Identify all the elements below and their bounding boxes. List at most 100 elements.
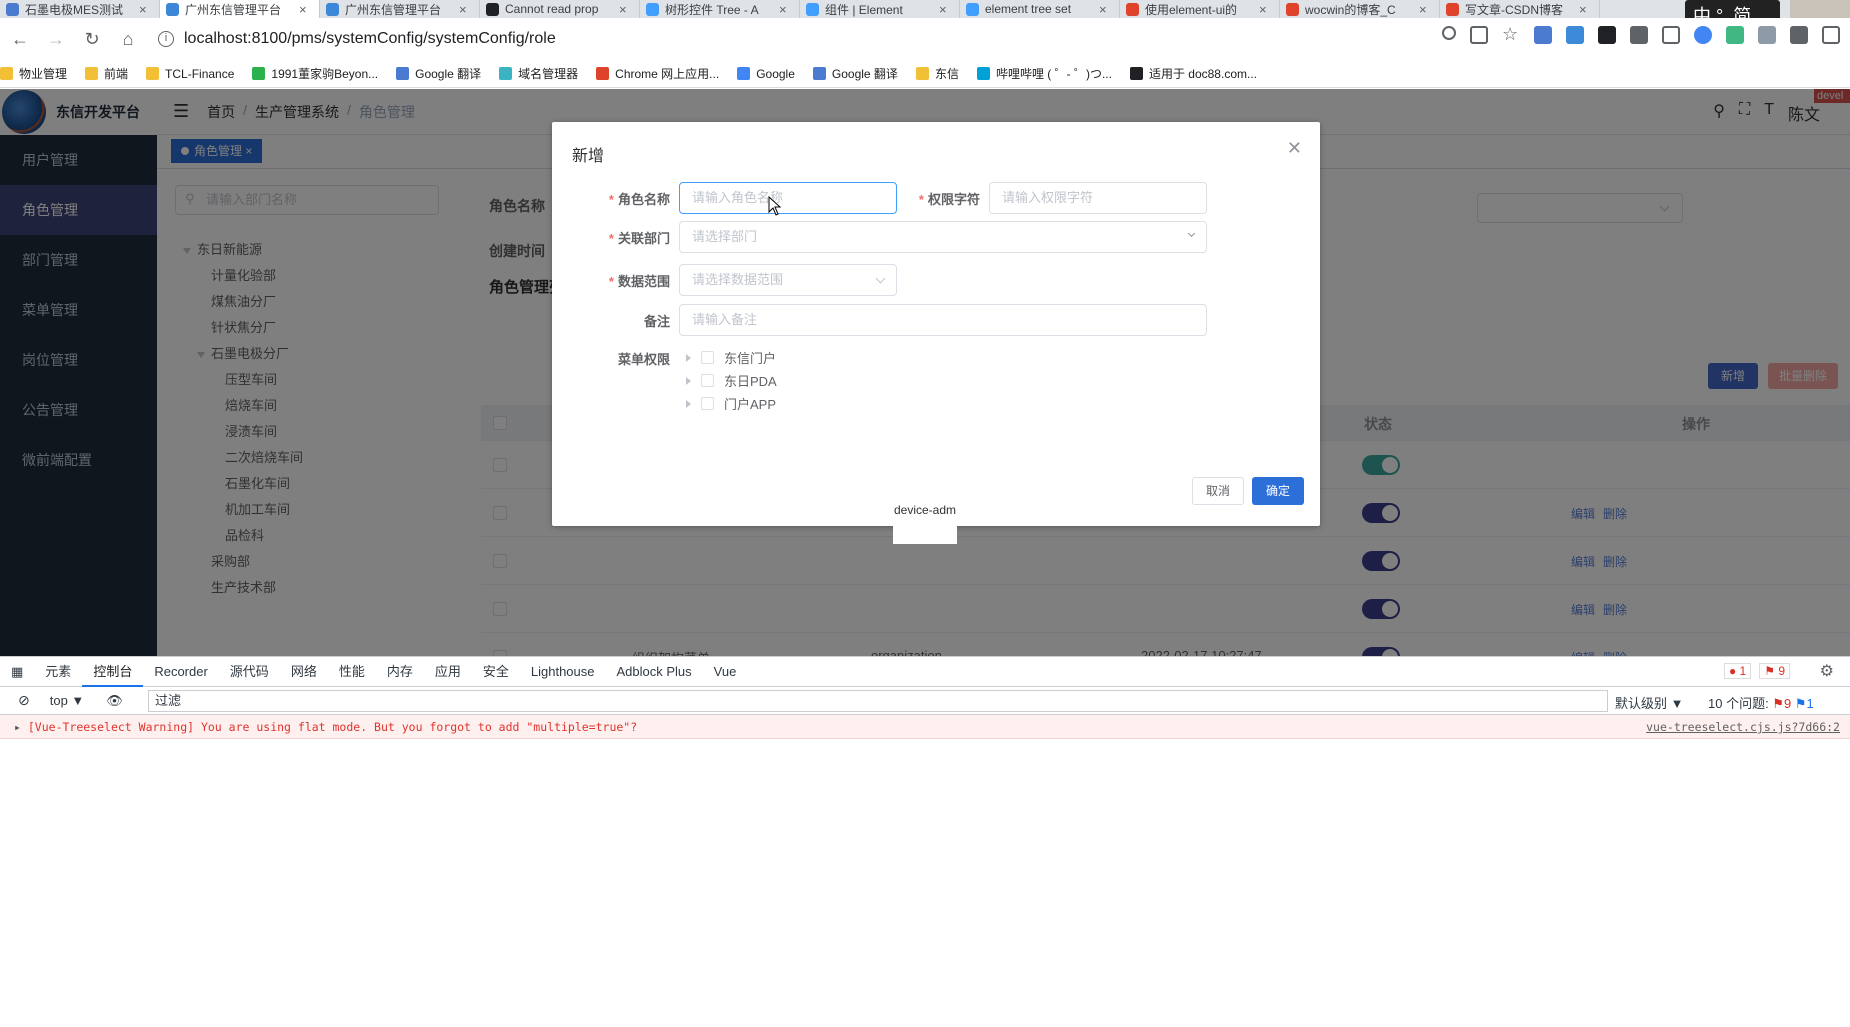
tab-close-icon[interactable]: × bbox=[1259, 2, 1271, 17]
devtools-tab[interactable]: Vue bbox=[703, 657, 748, 687]
browser-tab[interactable]: 树形控件 Tree - A × bbox=[640, 0, 800, 18]
confirm-button[interactable]: 确定 bbox=[1252, 477, 1304, 505]
menu-tree-node[interactable]: 东信门户 bbox=[686, 348, 776, 367]
browser-tab[interactable]: 广州东信管理平台 × bbox=[320, 0, 480, 18]
extension-icon[interactable] bbox=[1630, 26, 1648, 44]
menu-checkbox[interactable] bbox=[701, 374, 714, 387]
bookmark-item[interactable]: 适用于 doc88.com... bbox=[1129, 65, 1257, 82]
menu-checkbox[interactable] bbox=[701, 351, 714, 364]
extension-icon[interactable] bbox=[1598, 26, 1616, 44]
devtools-tab[interactable]: Lighthouse bbox=[520, 657, 606, 687]
device-toggle-icon[interactable]: ▦ bbox=[0, 657, 34, 687]
bookmark-label: 哔哩哔哩 ( ゜- ゜)つ... bbox=[995, 67, 1112, 81]
bookmark-item[interactable]: 物业管理 bbox=[0, 65, 67, 82]
tab-close-icon[interactable]: × bbox=[139, 2, 151, 17]
caret-right-icon[interactable] bbox=[686, 399, 691, 408]
tab-close-icon[interactable]: × bbox=[1579, 2, 1591, 17]
devtools-tab[interactable]: 应用 bbox=[424, 657, 472, 687]
close-icon[interactable]: ✕ bbox=[1287, 138, 1302, 159]
extension-icon[interactable] bbox=[1758, 26, 1776, 44]
devtools-tab[interactable]: 内存 bbox=[376, 657, 424, 687]
bookmark-icon bbox=[252, 67, 266, 80]
tab-close-icon[interactable]: × bbox=[459, 2, 471, 17]
warning-count[interactable]: ⚑ 9 bbox=[1759, 663, 1790, 679]
console-filter-input[interactable]: 过滤 bbox=[148, 690, 1608, 712]
bookmark-item[interactable]: 东信 bbox=[915, 65, 959, 82]
back-icon[interactable]: ← bbox=[4, 23, 36, 55]
browser-tab[interactable]: 石墨电极MES测试 × bbox=[0, 0, 160, 18]
devtools-tab[interactable]: 元素 bbox=[34, 657, 82, 687]
remark-input[interactable]: 请输入备注 bbox=[679, 304, 1207, 336]
star-icon[interactable]: ☆ bbox=[1502, 25, 1520, 44]
url-field[interactable]: i localhost:8100/pms/systemConfig/system… bbox=[158, 30, 556, 48]
puzzle-icon[interactable] bbox=[1790, 26, 1808, 44]
devtools-panel: ▦ 元素 控制台 Recorder 源代码 网络 性能 内存 应用 安全 Lighthouse Ad… bbox=[0, 656, 1850, 1027]
share-icon[interactable] bbox=[1470, 26, 1488, 44]
devtools-tab[interactable]: 安全 bbox=[472, 657, 520, 687]
browser-tab[interactable]: 组件 | Element × bbox=[800, 0, 960, 18]
bookmark-item[interactable]: 哔哩哔哩 ( ゜- ゜)つ... bbox=[976, 65, 1112, 82]
context-select[interactable]: top ▼ bbox=[50, 693, 85, 708]
caret-right-icon[interactable] bbox=[686, 376, 691, 385]
expand-arrow-icon[interactable]: ▸ bbox=[14, 720, 21, 734]
dept-select[interactable]: 请选择部门 bbox=[679, 221, 1207, 253]
tab-close-icon[interactable]: × bbox=[939, 2, 951, 17]
browser-tab[interactable]: wocwin的博客_C × bbox=[1280, 0, 1440, 18]
bookmark-item[interactable]: Google bbox=[737, 67, 795, 81]
log-level-select[interactable]: 默认级别 ▼ bbox=[1615, 693, 1684, 712]
tab-close-icon[interactable]: × bbox=[299, 2, 311, 17]
extension-icon[interactable] bbox=[1662, 26, 1680, 44]
settings-icon[interactable]: ⚙ bbox=[1820, 661, 1834, 681]
source-link[interactable]: vue-treeselect.cjs.js?7d66:2 bbox=[1646, 715, 1840, 739]
issues-summary[interactable]: 10 个问题: ⚑9 ⚑1 bbox=[1708, 693, 1814, 712]
devtools-tab[interactable]: Adblock Plus bbox=[606, 657, 703, 687]
error-count[interactable]: ● 1 bbox=[1723, 663, 1752, 679]
menu-checkbox[interactable] bbox=[701, 397, 714, 410]
bookmark-item[interactable]: TCL-Finance bbox=[146, 67, 234, 81]
home-icon[interactable]: ⌂ bbox=[112, 23, 144, 55]
menu-perm-label: 菜单权限 bbox=[617, 352, 670, 367]
bookmark-item[interactable]: 前端 bbox=[85, 65, 128, 82]
translate-icon[interactable] bbox=[1566, 26, 1584, 44]
role-name-input[interactable]: 请输入角色名称 bbox=[679, 182, 897, 214]
browser-tab[interactable]: Cannot read prop × bbox=[480, 0, 640, 18]
cancel-button[interactable]: 取消 bbox=[1192, 477, 1244, 505]
devtools-tab[interactable]: Recorder bbox=[143, 657, 218, 687]
devtools-tab[interactable]: 控制台 bbox=[82, 657, 144, 687]
browser-tab[interactable]: 写文章-CSDN博客 × bbox=[1440, 0, 1600, 18]
bookmark-item[interactable]: 1991董家驹Beyon... bbox=[252, 65, 378, 82]
extension-icon[interactable] bbox=[1694, 26, 1712, 44]
sidepanel-icon[interactable] bbox=[1822, 26, 1840, 44]
tab-title: 广州东信管理平台 bbox=[345, 2, 442, 17]
menu-tree-node[interactable]: 东日PDA bbox=[686, 371, 777, 390]
extension-icon[interactable] bbox=[1534, 26, 1552, 44]
browser-tab[interactable]: 使用element-ui的 × bbox=[1120, 0, 1280, 18]
devtools-tab[interactable]: 源代码 bbox=[219, 657, 280, 687]
tab-close-icon[interactable]: × bbox=[1099, 2, 1111, 17]
vue-devtools-icon[interactable] bbox=[1726, 26, 1744, 44]
role-key-input[interactable]: 请输入权限字符 bbox=[989, 182, 1207, 214]
reload-icon[interactable]: ↻ bbox=[76, 23, 108, 55]
caret-right-icon[interactable] bbox=[686, 353, 691, 362]
add-role-dialog: 新增 ✕ * 角色名称 请输入角色名称 * 权限字符 请输入权限字符 * 关联部门 请… bbox=[552, 122, 1320, 526]
devtools-tab[interactable]: 网络 bbox=[280, 657, 328, 687]
eye-icon[interactable]: 👁 bbox=[106, 693, 123, 709]
forward-icon[interactable]: → bbox=[40, 23, 72, 55]
site-info-icon[interactable]: i bbox=[158, 31, 174, 47]
dialog-title: 新增 bbox=[572, 148, 605, 165]
bookmark-item[interactable]: Google 翻译 bbox=[812, 65, 898, 82]
browser-tab[interactable]: 广州东信管理平台 × bbox=[160, 0, 320, 18]
tab-close-icon[interactable]: × bbox=[779, 2, 791, 17]
menu-tree-node[interactable]: 门户APP bbox=[686, 394, 776, 413]
clear-console-icon[interactable]: ⊘ bbox=[18, 692, 30, 709]
bookmark-item[interactable]: Google 翻译 bbox=[396, 65, 481, 82]
browser-tab[interactable]: element tree set × bbox=[960, 0, 1120, 18]
tab-close-icon[interactable]: × bbox=[619, 2, 631, 17]
devtools-tab[interactable]: 性能 bbox=[328, 657, 376, 687]
scope-select[interactable]: 请选择数据范围 bbox=[679, 264, 897, 296]
bookmark-item[interactable]: 域名管理器 bbox=[499, 65, 578, 82]
tab-close-icon[interactable]: × bbox=[1419, 2, 1431, 17]
console-warning-message: ▸ [Vue-Treeselect Warning] You are using… bbox=[0, 715, 1850, 739]
zoom-icon[interactable] bbox=[1442, 26, 1456, 40]
bookmark-item[interactable]: Chrome 网上应用... bbox=[596, 65, 719, 82]
